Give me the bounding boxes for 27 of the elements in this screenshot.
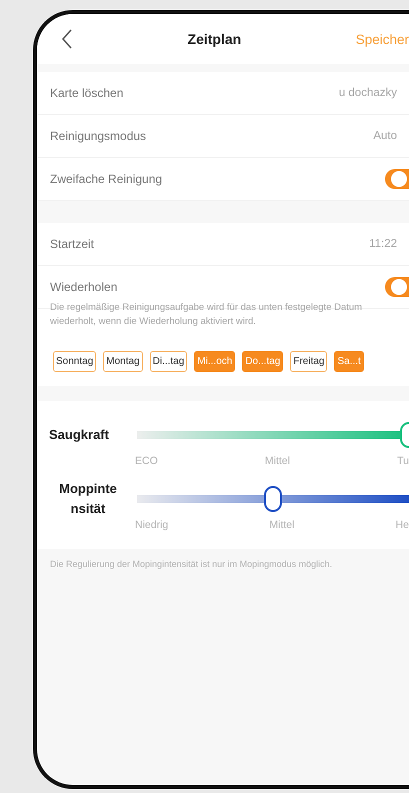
slider-tick-label: Niedrig (135, 519, 168, 531)
mop-note: Die Regulierung der Mopingintensität ist nur im Mopingmodus möglich. (49, 558, 334, 569)
screen-title: Zeitplan (188, 31, 242, 47)
setting-label: Reinigungsmodus (50, 129, 146, 143)
setting-value: 11:22 (369, 238, 397, 250)
setting-label: Startzeit (50, 237, 94, 251)
slider-thumb[interactable] (264, 486, 282, 512)
slider-tick-label: He (396, 519, 409, 531)
setting-value: Auto (373, 130, 397, 142)
setting-label: Wiederholen (50, 280, 118, 294)
back-icon[interactable] (61, 29, 73, 49)
slider-label: Saugkraft (49, 426, 110, 444)
toggle-switch[interactable] (385, 169, 409, 189)
slider-tick-label: Mittel (269, 519, 294, 531)
day-chip[interactable]: Montag (103, 351, 143, 372)
slider-tick-label: Mittel (264, 455, 290, 467)
setting-value: u dochazky (338, 87, 397, 99)
day-chip[interactable]: Freitag (290, 351, 328, 372)
day-chip[interactable]: Sonntag (53, 351, 96, 372)
setting-label: Zweifache Reinigung (50, 172, 162, 186)
repeat-hint: Die regelmäßige Reinigungsaufgabe wird für das unten festgelegte Datum wiederholt, wenn die Wiederholung aktiviert wird. (49, 301, 364, 329)
setting-label: Karte löschen (50, 86, 124, 100)
slider-label: Moppintensität (58, 480, 118, 518)
toggle-switch[interactable] (385, 277, 409, 297)
slider-tick-label: Tu (397, 455, 409, 467)
slider-tick-label: ECO (135, 455, 158, 467)
day-chip[interactable]: Di...tag (150, 351, 188, 372)
